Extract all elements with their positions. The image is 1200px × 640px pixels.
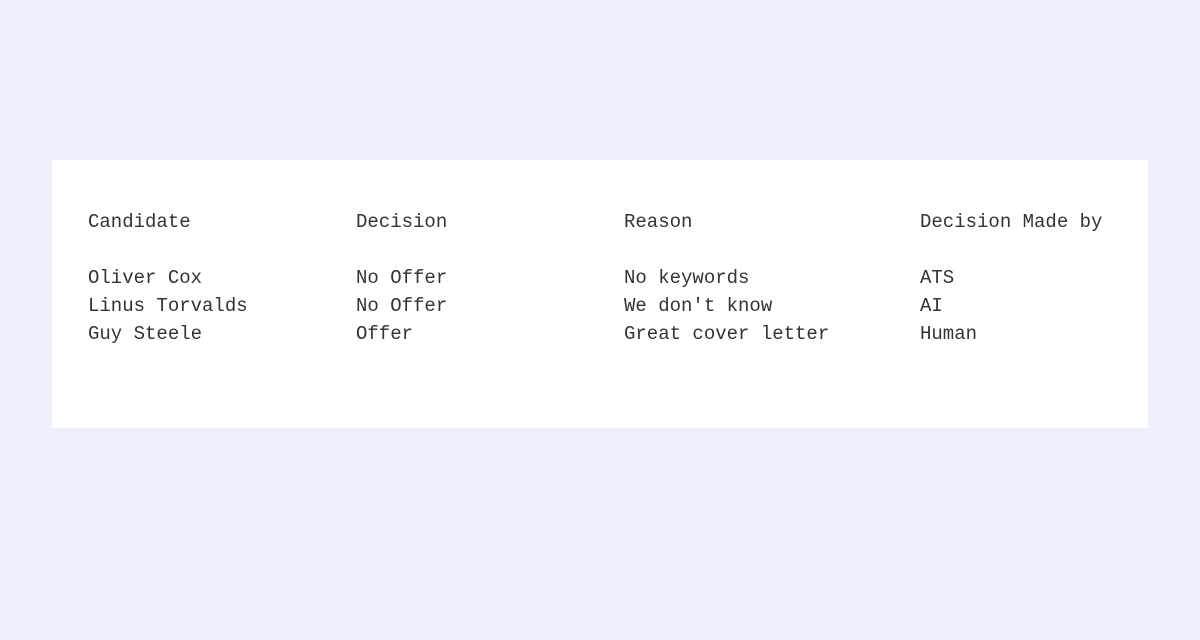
cell-reason: We don't know — [624, 292, 920, 320]
column-header-decision: Decision — [356, 208, 624, 236]
cell-decision: No Offer — [356, 264, 624, 292]
decisions-table: Candidate Decision Reason Decision Made … — [88, 208, 1112, 348]
cell-candidate: Guy Steele — [88, 320, 356, 348]
column-header-candidate: Candidate — [88, 208, 356, 236]
cell-candidate: Oliver Cox — [88, 264, 356, 292]
cell-reason: Great cover letter — [624, 320, 920, 348]
cell-decision: Offer — [356, 320, 624, 348]
column-header-made-by: Decision Made by — [920, 208, 1112, 236]
cell-made-by: AI — [920, 292, 1112, 320]
table-card: Candidate Decision Reason Decision Made … — [52, 160, 1148, 428]
cell-made-by: ATS — [920, 264, 1112, 292]
cell-candidate: Linus Torvalds — [88, 292, 356, 320]
cell-reason: No keywords — [624, 264, 920, 292]
cell-made-by: Human — [920, 320, 1112, 348]
cell-decision: No Offer — [356, 292, 624, 320]
column-header-reason: Reason — [624, 208, 920, 236]
